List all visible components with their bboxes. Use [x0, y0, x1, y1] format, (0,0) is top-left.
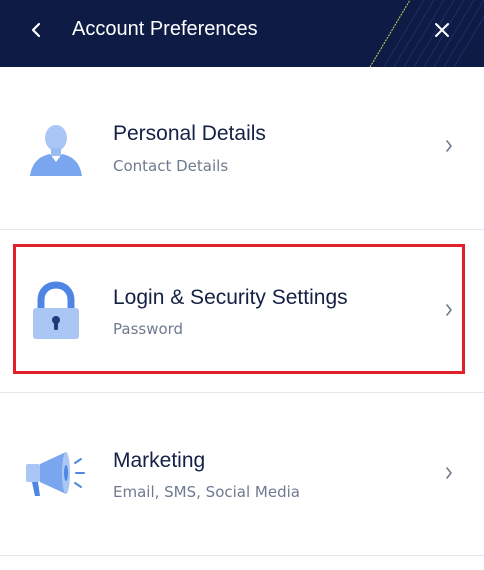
megaphone-icon [24, 442, 88, 506]
page-title: Account Preferences [72, 18, 258, 40]
menu-item-subtitle: Email, SMS, Social Media [113, 483, 300, 501]
close-button[interactable] [428, 16, 456, 44]
back-button[interactable] [22, 16, 50, 44]
menu-item-login-security[interactable]: Login & Security Settings Password [0, 230, 484, 392]
user-icon [24, 116, 88, 180]
menu-item-subtitle: Password [113, 320, 184, 338]
chevron-right-icon [442, 139, 456, 153]
chevron-right-icon [442, 303, 456, 317]
chevron-right-icon [442, 466, 456, 480]
menu-item-subtitle: Contact Details [113, 157, 229, 175]
lock-icon [24, 279, 88, 343]
menu-item-title: Marketing [113, 449, 206, 472]
account-preferences-page: Account Preferences Personal Details Con… [0, 0, 484, 570]
chevron-left-icon [31, 22, 41, 38]
close-icon [435, 23, 449, 37]
divider [0, 555, 484, 556]
menu-item-title: Login & Security Settings [113, 286, 348, 309]
header-decoration [369, 0, 484, 67]
menu-item-personal-details[interactable]: Personal Details Contact Details [0, 67, 484, 229]
menu-item-marketing[interactable]: Marketing Email, SMS, Social Media [0, 393, 484, 555]
header-bar: Account Preferences [0, 0, 484, 67]
menu-item-title: Personal Details [113, 122, 266, 145]
